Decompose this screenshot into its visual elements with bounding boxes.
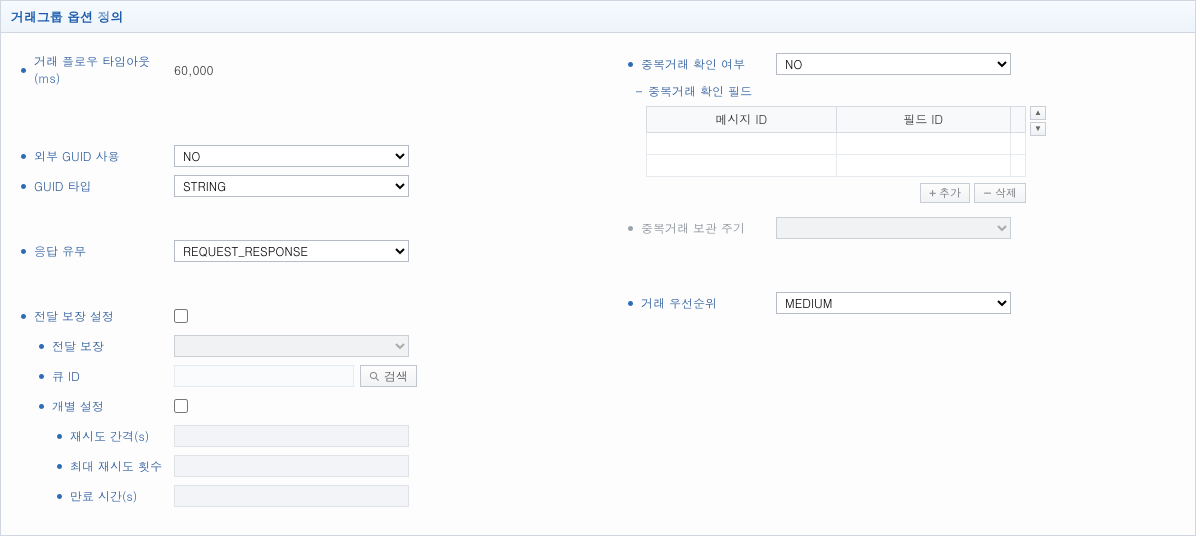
bullet-icon: [21, 68, 26, 73]
priority-label: 거래 우선순위: [641, 295, 776, 312]
panel-body: 거래 플로우 타임아웃(ms) 60,000 외부 GUID 사용 NO GUI…: [1, 33, 1195, 535]
delivery-header-label: 전달 보장 설정: [34, 308, 174, 325]
panel: 거래그룹 옵션 정의 거래 플로우 타임아웃(ms) 60,000 외부 GUI…: [0, 0, 1196, 536]
table-header-spacer: [1010, 107, 1025, 133]
queue-id-row: 큐 ID 검색: [21, 365, 598, 387]
dash-icon: –: [636, 83, 642, 100]
panel-title: 거래그룹 옵션 정의: [1, 1, 1195, 33]
search-icon: [369, 371, 380, 382]
max-retry-row: 최대 재시도 횟수: [21, 455, 598, 477]
individual-checkbox[interactable]: [174, 399, 188, 413]
max-retry-label: 최대 재시도 횟수: [70, 458, 174, 475]
plus-icon: +: [929, 186, 935, 201]
bullet-icon: [21, 249, 26, 254]
guid-type-select[interactable]: STRING: [174, 175, 409, 197]
dup-check-label: 중복거래 확인 여부: [641, 56, 776, 73]
table-row[interactable]: [647, 133, 1026, 155]
add-button-label: 추가: [939, 186, 961, 201]
response-row: 응답 유무 REQUEST_RESPONSE: [21, 240, 598, 262]
delete-button[interactable]: − 삭제: [974, 183, 1026, 203]
delivery-header-row: 전달 보장 설정: [21, 305, 598, 327]
bullet-icon: [21, 184, 26, 189]
bullet-icon: [39, 404, 44, 409]
bullet-icon: [628, 226, 633, 231]
add-button[interactable]: + 추가: [920, 183, 969, 203]
scroll-down-button[interactable]: ▼: [1030, 122, 1046, 136]
priority-row: 거래 우선순위 MEDIUM: [628, 292, 1185, 314]
ext-guid-row: 외부 GUID 사용 NO: [21, 145, 598, 167]
dup-fields-table: 메시지 ID 필드 ID: [646, 106, 1026, 177]
table-scroll: ▲ ▼: [1030, 106, 1046, 177]
response-label: 응답 유무: [34, 243, 174, 260]
bullet-icon: [57, 494, 62, 499]
expire-label: 만료 시간(s): [70, 488, 174, 505]
retry-interval-label: 재시도 간격(s): [70, 428, 174, 445]
bullet-icon: [39, 374, 44, 379]
table-row[interactable]: [647, 155, 1026, 177]
delivery-select: [174, 335, 409, 357]
individual-header-label: 개별 설정: [52, 398, 174, 415]
minus-icon: −: [983, 186, 992, 201]
ext-guid-select[interactable]: NO: [174, 145, 409, 167]
retry-interval-row: 재시도 간격(s): [21, 425, 598, 447]
queue-id-input[interactable]: [174, 365, 354, 387]
guid-type-row: GUID 타입 STRING: [21, 175, 598, 197]
flow-timeout-row: 거래 플로우 타임아웃(ms) 60,000: [21, 53, 598, 87]
dup-keep-select: [776, 217, 1011, 239]
queue-search-button[interactable]: 검색: [360, 365, 417, 387]
bullet-icon: [628, 62, 633, 67]
bullet-icon: [57, 434, 62, 439]
response-select[interactable]: REQUEST_RESPONSE: [174, 240, 409, 262]
left-column: 거래 플로우 타임아웃(ms) 60,000 외부 GUID 사용 NO GUI…: [11, 53, 598, 515]
delivery-checkbox[interactable]: [174, 309, 188, 323]
delivery-label: 전달 보장: [52, 338, 174, 355]
guid-type-label: GUID 타입: [34, 178, 174, 195]
flow-timeout-value: 60,000: [174, 62, 213, 79]
right-column: 중복거래 확인 여부 NO – 중복거래 확인 필드 메시지 ID 필드 ID: [598, 53, 1185, 515]
retry-interval-input[interactable]: [174, 425, 409, 447]
expire-row: 만료 시간(s): [21, 485, 598, 507]
expire-input[interactable]: [174, 485, 409, 507]
search-button-label: 검색: [384, 368, 408, 385]
dup-check-select[interactable]: NO: [776, 53, 1011, 75]
flow-timeout-label: 거래 플로우 타임아웃(ms): [34, 53, 174, 87]
dup-fields-heading: – 중복거래 확인 필드: [636, 83, 1185, 100]
scroll-up-button[interactable]: ▲: [1030, 106, 1046, 120]
bullet-icon: [39, 344, 44, 349]
max-retry-input[interactable]: [174, 455, 409, 477]
dup-fields-table-wrap: 메시지 ID 필드 ID ▲ ▼: [646, 106, 1185, 177]
table-header-fieldid: 필드 ID: [836, 107, 1010, 133]
delivery-row: 전달 보장: [21, 335, 598, 357]
individual-header-row: 개별 설정: [21, 395, 598, 417]
ext-guid-label: 외부 GUID 사용: [34, 148, 174, 165]
table-header-msgid: 메시지 ID: [647, 107, 837, 133]
queue-id-label: 큐 ID: [52, 368, 174, 385]
bullet-icon: [628, 301, 633, 306]
bullet-icon: [21, 314, 26, 319]
bullet-icon: [57, 464, 62, 469]
dup-keep-label: 중복거래 보관 주기: [641, 220, 776, 237]
dup-keep-row: 중복거래 보관 주기: [628, 217, 1185, 239]
delete-button-label: 삭제: [995, 186, 1017, 201]
dup-fields-label: 중복거래 확인 필드: [648, 83, 752, 100]
table-actions: + 추가 − 삭제: [646, 183, 1026, 203]
dup-check-row: 중복거래 확인 여부 NO: [628, 53, 1185, 75]
priority-select[interactable]: MEDIUM: [776, 292, 1011, 314]
bullet-icon: [21, 154, 26, 159]
